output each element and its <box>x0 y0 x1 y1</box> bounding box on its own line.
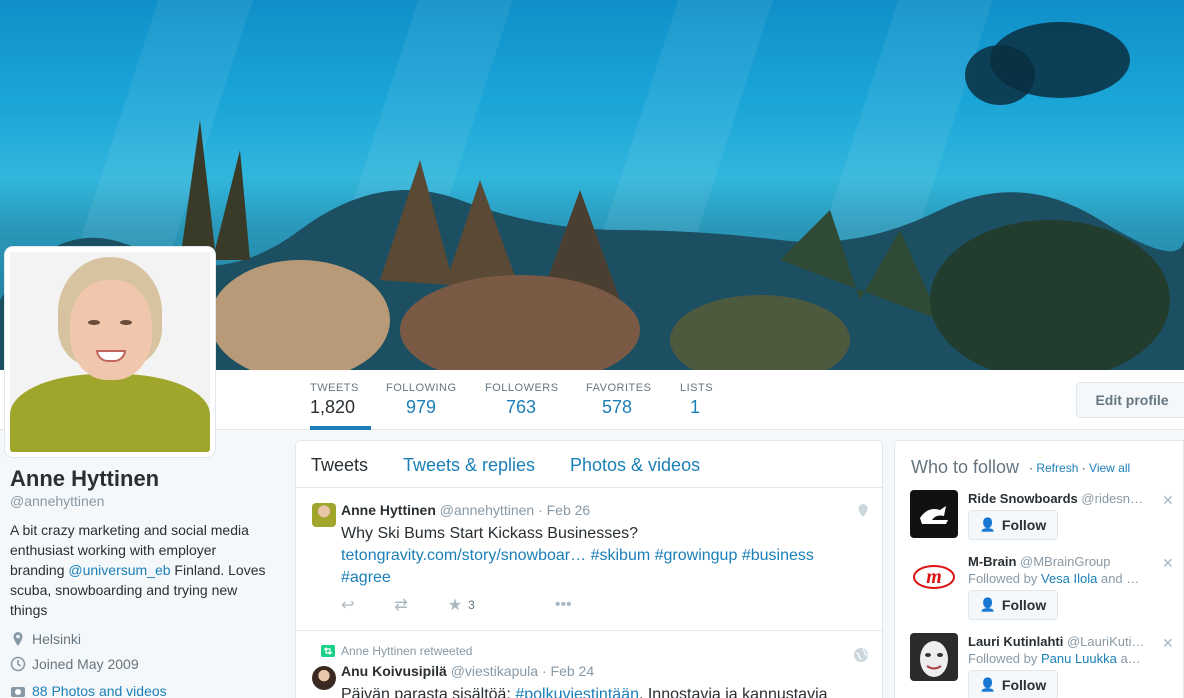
add-user-icon: 👤 <box>979 597 996 612</box>
location-pin-icon <box>13 631 23 646</box>
svg-text:m: m <box>926 566 942 588</box>
stat-followers-value: 763 <box>506 397 537 417</box>
stat-followers[interactable]: FOLLOWERS 763 <box>485 370 559 430</box>
dismiss-icon[interactable]: ✕ <box>1162 555 1174 572</box>
stat-favorites[interactable]: FAVORITES 578 <box>586 370 651 430</box>
hashtag-link[interactable]: #business <box>742 547 814 564</box>
tweet-text-part: Päivän parasta sisältöä: <box>341 686 516 698</box>
follow-label: Follow <box>1001 517 1047 533</box>
clock-icon <box>10 656 26 671</box>
suggestion-avatar[interactable]: m <box>910 553 958 601</box>
tweet-link[interactable]: tetongravity.com/story/snowboar… <box>341 547 586 564</box>
tweet-author-name[interactable]: Anu Koivusipilä <box>341 663 447 679</box>
stat-tweets-value: 1,820 <box>310 397 356 417</box>
star-icon: ★ <box>447 597 463 614</box>
tweet[interactable]: Anne Hyttinen retweeted Anu Koivusipilä … <box>296 631 882 698</box>
edit-profile-button[interactable]: Edit profile <box>1076 382 1184 418</box>
retweet-context[interactable]: Anne Hyttinen retweeted <box>341 644 472 658</box>
tweet-avatar[interactable] <box>312 503 336 527</box>
tweet-text: Why Ski Bums Start Kickass Businesses? t… <box>341 523 841 589</box>
profile-handle[interactable]: @annehyttinen <box>10 493 280 509</box>
stat-tweets[interactable]: TWEETS 1,820 <box>310 370 371 430</box>
tab-photos-videos[interactable]: Photos & videos <box>570 455 700 476</box>
more-icon[interactable]: ••• <box>555 596 572 614</box>
tab-tweets-replies[interactable]: Tweets & replies <box>403 455 535 476</box>
stat-following[interactable]: FOLLOWING 979 <box>386 370 457 430</box>
suggestion-name[interactable]: Lauri Kutinlahti @LauriKuti… <box>968 634 1143 649</box>
favorite-count: 3 <box>468 598 475 612</box>
joined-text: Joined May 2009 <box>32 655 139 672</box>
tweet-header: Anne Hyttinen @annehyttinen · Feb 26 <box>341 502 591 518</box>
who-to-follow-links: · Refresh · View all <box>1029 461 1131 475</box>
tweet-author-handle[interactable]: @annehyttinen <box>440 502 534 518</box>
refresh-link[interactable]: Refresh <box>1036 461 1078 475</box>
tweet-text: Päivän parasta sisältöä: #polkuviestintä… <box>341 684 841 698</box>
tweet-text-line: Why Ski Bums Start Kickass Businesses? <box>341 525 638 542</box>
profile-joined: Joined May 2009 <box>10 655 280 672</box>
profile-photos[interactable]: 88 Photos and videos <box>10 682 280 698</box>
stat-following-label: FOLLOWING <box>386 382 457 394</box>
stat-favorites-label: FAVORITES <box>586 382 652 394</box>
suggestion-name[interactable]: Ride Snowboards @ridesn… <box>968 491 1143 506</box>
bio-mention-link[interactable]: @universum_eb <box>68 562 170 578</box>
location-pin-icon[interactable] <box>857 503 869 519</box>
follow-button[interactable]: 👤 Follow <box>968 670 1058 698</box>
hashtag-link[interactable]: #polkuviestintään <box>515 686 639 698</box>
stat-followers-label: FOLLOWERS <box>485 382 559 394</box>
camera-icon <box>11 686 25 697</box>
stat-favorites-value: 578 <box>602 397 633 417</box>
stat-following-value: 979 <box>406 397 437 417</box>
followed-by: Followed by Vesa Ilola and … <box>968 571 1140 586</box>
hashtag-link[interactable]: #agree <box>341 569 391 586</box>
view-all-link[interactable]: View all <box>1089 461 1130 475</box>
tweet[interactable]: Anne Hyttinen @annehyttinen · Feb 26 Why… <box>296 488 882 631</box>
photos-link[interactable]: 88 Photos and videos <box>32 683 167 698</box>
followed-by-link[interactable]: Panu Luukka <box>1041 651 1117 666</box>
tweet-actions: ↩ ⇄ ★ 3 ••• <box>341 595 612 615</box>
globe-icon[interactable] <box>853 647 869 663</box>
stat-lists-value: 1 <box>690 397 701 417</box>
stat-lists[interactable]: LISTS 1 <box>680 370 713 430</box>
follow-button[interactable]: 👤 Follow <box>968 590 1058 620</box>
profile-name[interactable]: Anne Hyttinen <box>10 466 280 492</box>
add-user-icon: 👤 <box>979 677 996 692</box>
followed-by-link[interactable]: Vesa Ilola <box>1041 571 1097 586</box>
retweet-icon[interactable]: ⇄ <box>394 595 407 615</box>
suggestion-name[interactable]: M-Brain @MBrainGroup <box>968 554 1143 569</box>
favorite-button[interactable]: ★ 3 <box>448 595 515 615</box>
profile-location: Helsinki <box>10 630 280 647</box>
profile-card: Anne Hyttinen @annehyttinen A bit crazy … <box>10 466 280 698</box>
profile-bio: A bit crazy marketing and social media e… <box>10 520 272 620</box>
tweet-text-part: . Innostavia ja kannustavia <box>638 686 828 698</box>
hashtag-link[interactable]: #growingup <box>655 547 738 564</box>
who-to-follow-title: Who to follow <box>911 457 1020 477</box>
hashtag-link[interactable]: #skibum <box>591 547 651 564</box>
timeline-tabs: Tweets Tweets & replies Photos & videos <box>296 441 882 488</box>
follow-label: Follow <box>1001 597 1047 613</box>
tab-tweets[interactable]: Tweets <box>311 455 368 476</box>
suggestion-avatar[interactable] <box>910 490 958 538</box>
suggestion-avatar[interactable] <box>910 633 958 681</box>
who-to-follow-module: Who to follow · Refresh · View all Ride … <box>894 440 1184 698</box>
dismiss-icon[interactable]: ✕ <box>1162 635 1174 652</box>
tweet-header: Anu Koivusipilä @viestikapula · Feb 24 <box>341 663 595 679</box>
add-user-icon: 👤 <box>979 517 996 532</box>
avatar[interactable] <box>5 247 215 457</box>
follow-label: Follow <box>1001 677 1047 693</box>
retweet-icon <box>321 645 335 657</box>
tweet-timestamp[interactable]: Feb 26 <box>547 502 591 518</box>
follow-button[interactable]: 👤 Follow <box>968 510 1058 540</box>
tweet-author-name[interactable]: Anne Hyttinen <box>341 502 436 518</box>
location-text: Helsinki <box>32 630 82 647</box>
timeline: Tweets Tweets & replies Photos & videos … <box>295 440 883 698</box>
stat-tweets-label: TWEETS <box>310 382 359 394</box>
stat-lists-label: LISTS <box>680 382 714 394</box>
tweet-author-handle[interactable]: @viestikapula <box>451 663 538 679</box>
reply-icon[interactable]: ↩ <box>341 595 354 615</box>
followed-by: Followed by Panu Luukka a… <box>968 651 1141 666</box>
tweet-avatar[interactable] <box>312 666 336 690</box>
tweet-timestamp[interactable]: Feb 24 <box>551 663 595 679</box>
dismiss-icon[interactable]: ✕ <box>1162 492 1174 509</box>
